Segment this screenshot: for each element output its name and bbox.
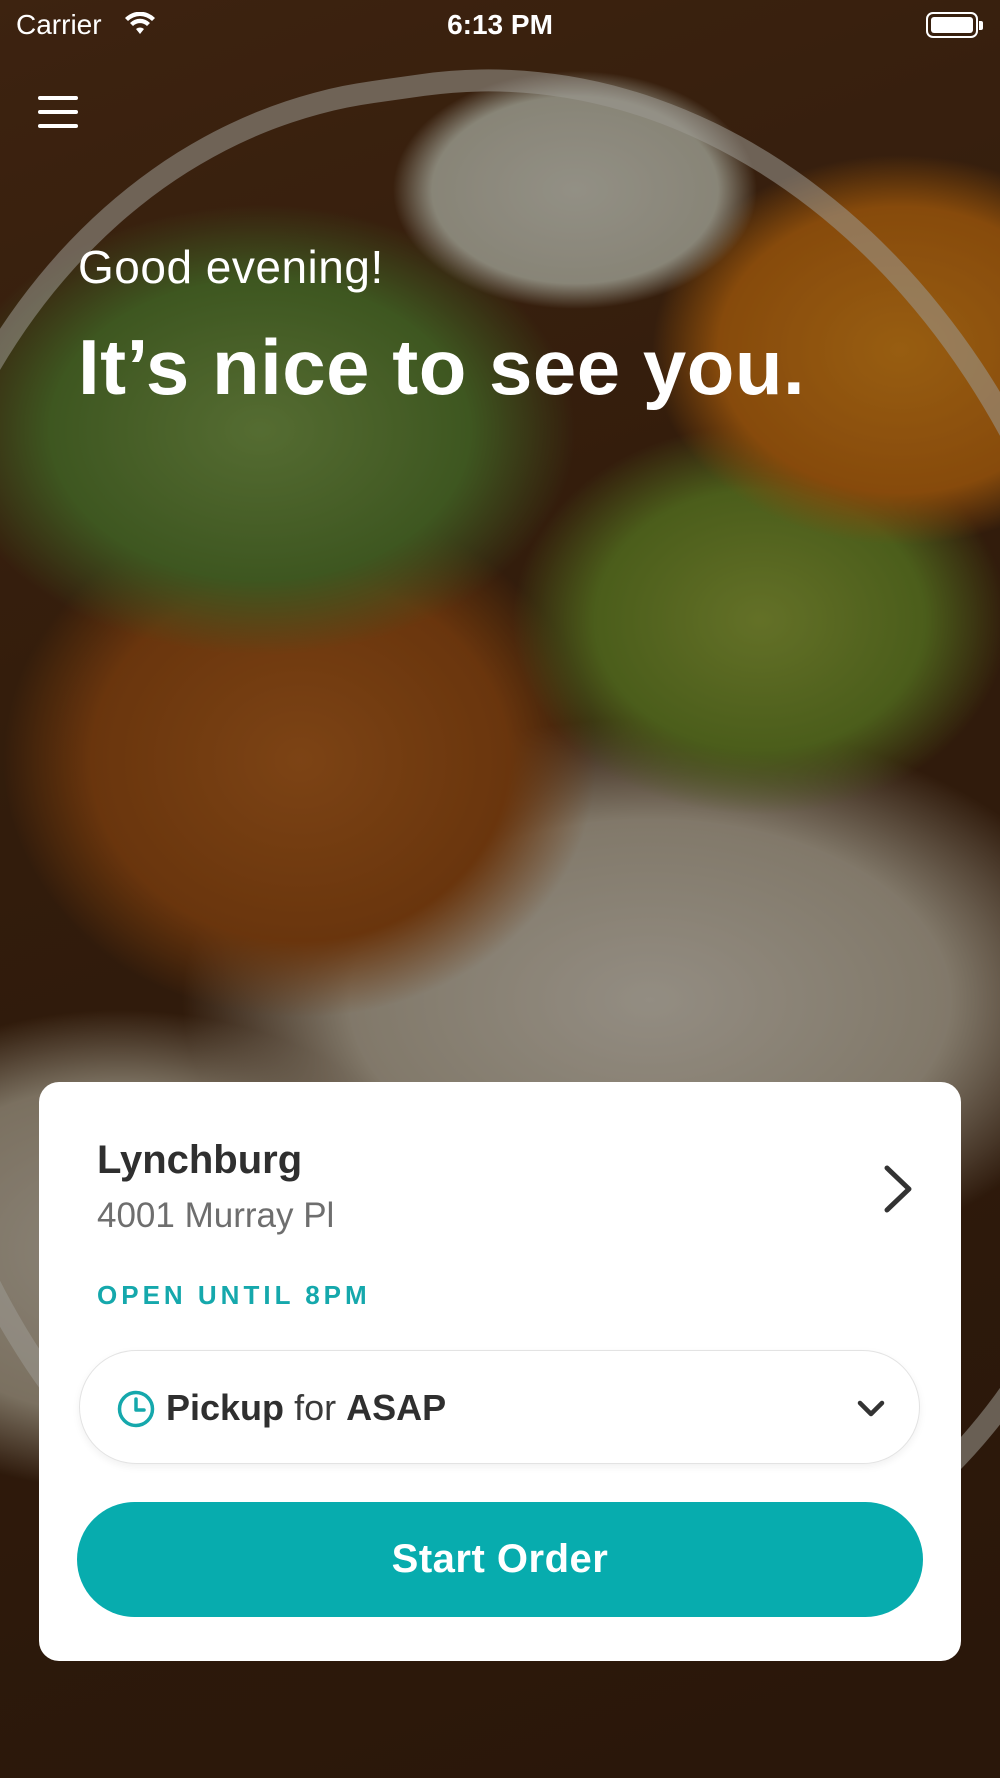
order-card: Lynchburg 4001 Murray Pl OPEN UNTIL 8PM …: [39, 1082, 961, 1661]
order-time: ASAP: [346, 1387, 447, 1428]
clock-time: 6:13 PM: [447, 9, 553, 40]
start-order-button[interactable]: Start Order: [77, 1502, 923, 1617]
hamburger-menu-icon[interactable]: [36, 92, 80, 132]
order-mode-connector: for: [294, 1387, 337, 1428]
chevron-down-icon: [857, 1400, 885, 1417]
clock-icon: [117, 1390, 155, 1428]
order-mode: Pickup: [166, 1387, 285, 1428]
battery-icon: [926, 12, 983, 38]
chevron-right-icon[interactable]: [877, 1162, 917, 1216]
greeting-text: Good evening!: [78, 241, 384, 293]
welcome-headline: It’s nice to see you.: [78, 323, 806, 411]
hours-status: OPEN UNTIL 8PM: [97, 1280, 371, 1310]
pickup-selector-label: Pickup for ASAP: [166, 1387, 446, 1429]
pickup-time-selector[interactable]: Pickup for ASAP: [79, 1350, 920, 1464]
location-name[interactable]: Lynchburg: [97, 1138, 302, 1183]
status-bar: Carrier 6:13 PM: [0, 0, 1000, 50]
location-address[interactable]: 4001 Murray Pl: [97, 1196, 334, 1236]
